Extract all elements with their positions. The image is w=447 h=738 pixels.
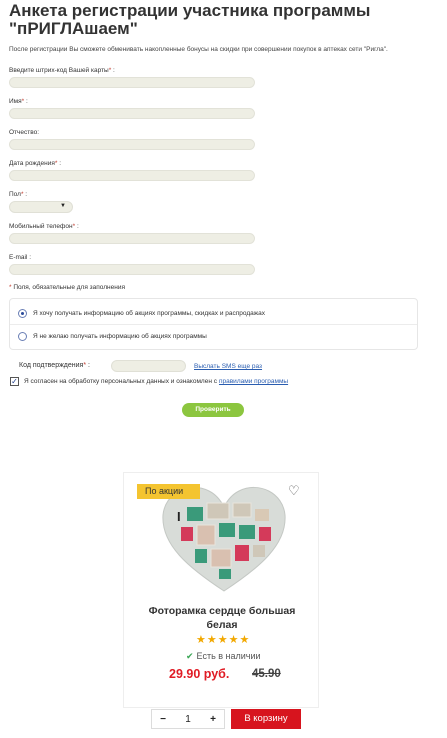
radio-option-unsubscribe[interactable]: Я не желаю получать информацию об акциях… xyxy=(18,332,207,341)
required-fields-note: * Поля, обязательные для заполнения xyxy=(9,284,125,291)
divider xyxy=(10,324,417,325)
birthdate-label: Дата рождения* : xyxy=(9,160,62,167)
rating-stars: ★★★★★ xyxy=(196,634,251,646)
radio-button-checked[interactable] xyxy=(18,309,27,318)
consent-row: ✓ Я согласен на обработку персональных д… xyxy=(10,377,288,386)
sale-badge: По акции xyxy=(137,484,200,499)
consent-checkbox[interactable]: ✓ xyxy=(10,377,19,386)
phone-label: Мобильный телефон* : xyxy=(9,223,79,230)
confirmation-code-input[interactable] xyxy=(111,360,186,372)
decrease-quantity-button[interactable]: − xyxy=(152,714,174,725)
card-barcode-input[interactable] xyxy=(9,77,255,88)
old-price: 45.90 xyxy=(252,668,281,680)
stock-status: ✔ Есть в наличии xyxy=(186,651,261,661)
product-name-line: белая xyxy=(206,619,238,631)
card-label: Введите штрих-код Вашей карты* : xyxy=(9,67,115,74)
dropdown-arrow-icon: ▼ xyxy=(60,203,66,209)
increase-quantity-button[interactable]: + xyxy=(202,714,224,725)
intro-text: После регистрации Вы сможете обменивать … xyxy=(9,46,388,53)
resend-sms-link[interactable]: Выслать SMS еще раз xyxy=(194,363,262,370)
phone-input[interactable] xyxy=(9,233,255,244)
radio-option-subscribe[interactable]: Я хочу получать информацию об акциях про… xyxy=(18,309,265,318)
quantity-stepper: − 1 + xyxy=(151,709,225,729)
product-name-line: Фоторамка сердце большая xyxy=(148,605,296,617)
radio-button[interactable] xyxy=(18,332,27,341)
name-input[interactable] xyxy=(9,108,255,119)
check-button[interactable]: Проверить xyxy=(182,403,244,417)
sale-price: 29.90 руб. xyxy=(169,667,230,681)
check-icon: ✔ xyxy=(186,651,194,661)
patronymic-input[interactable] xyxy=(9,139,255,150)
product-card[interactable]: По акции ♡ I Фоторамка сердце большая бе… xyxy=(123,472,319,708)
radio-label: Я не желаю получать информацию об акциях… xyxy=(33,333,207,340)
consent-text: Я согласен на обработку персональных дан… xyxy=(24,378,217,385)
birthdate-input[interactable] xyxy=(9,170,255,181)
page-title: Анкета регистрации участника программы "… xyxy=(9,1,371,38)
product-name[interactable]: Фоторамка сердце большая белая xyxy=(124,604,320,632)
email-label: E-mail : xyxy=(9,254,32,261)
name-label: Имя* : xyxy=(9,98,28,105)
email-input[interactable] xyxy=(9,264,255,275)
quantity-value[interactable]: 1 xyxy=(174,714,202,725)
favorite-heart-icon[interactable]: ♡ xyxy=(288,484,300,498)
confirmation-code-label: Код подтверждения* : xyxy=(19,362,90,369)
heart-photo-frame-image[interactable] xyxy=(159,483,289,595)
add-to-cart-button[interactable]: В корзину xyxy=(231,709,301,729)
notifications-radio-group: Я хочу получать информацию об акциях про… xyxy=(9,298,418,350)
patronymic-label: Отчество: xyxy=(9,129,40,136)
text-cursor-icon: I xyxy=(177,509,181,524)
radio-label: Я хочу получать информацию об акциях про… xyxy=(33,310,265,317)
program-rules-link[interactable]: правилами программы xyxy=(219,378,288,385)
gender-label: Пол* : xyxy=(9,191,28,198)
gender-select[interactable]: ▼ xyxy=(9,201,73,213)
